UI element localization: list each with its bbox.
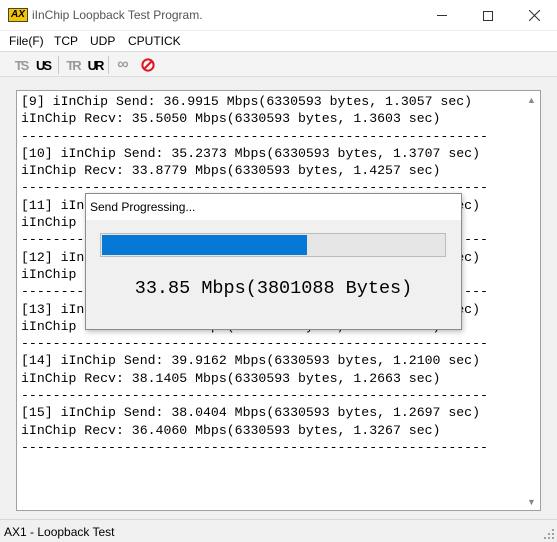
stop-icon bbox=[141, 58, 155, 72]
log-line: ----------------------------------------… bbox=[21, 439, 488, 455]
menu-udp[interactable]: UDP bbox=[90, 34, 115, 48]
menu-tcp[interactable]: TCP bbox=[54, 34, 78, 48]
minimize-icon bbox=[437, 15, 447, 16]
log-line: [9] iInChip Send: 36.9915 Mbps(6330593 b… bbox=[21, 94, 473, 109]
toolbar: TS US TR UR ∞ bbox=[0, 51, 557, 77]
close-button[interactable] bbox=[511, 0, 557, 31]
progress-fill bbox=[102, 235, 307, 255]
close-icon bbox=[528, 10, 540, 21]
dialog-title-bar: Send Progressing... bbox=[86, 194, 461, 220]
dialog-title: Send Progressing... bbox=[90, 200, 196, 214]
toolbar-separator bbox=[108, 56, 109, 74]
vertical-scrollbar[interactable]: ▲ ▼ bbox=[523, 91, 540, 510]
log-line: [15] iInChip Send: 38.0404 Mbps(6330593 … bbox=[21, 405, 480, 421]
log-line: iInChip Recv: 36.4060 Mbps(6330593 bytes… bbox=[21, 422, 441, 438]
log-line: iInChip Recv: 35.5050 Mbps(6330593 bytes… bbox=[21, 111, 441, 127]
menu-file[interactable]: File(F) bbox=[9, 34, 44, 48]
log-line: ----------------------------------------… bbox=[21, 128, 488, 144]
menu-cputick[interactable]: CPUTICK bbox=[128, 34, 181, 48]
udp-server-button[interactable]: US bbox=[33, 55, 53, 75]
scroll-down-icon[interactable]: ▼ bbox=[523, 493, 540, 510]
status-bar: AX1 - Loopback Test bbox=[0, 519, 557, 542]
tcp-server-button[interactable]: TS bbox=[11, 55, 31, 75]
scroll-up-icon[interactable]: ▲ bbox=[523, 91, 540, 108]
window-title: iInChip Loopback Test Program. bbox=[32, 8, 203, 22]
tcp-recv-button[interactable]: TR bbox=[63, 55, 83, 75]
menu-bar: File(F) TCP UDP CPUTICK bbox=[0, 31, 557, 51]
log-line: [14] iInChip Send: 39.9162 Mbps(6330593 … bbox=[21, 353, 480, 369]
log-line: ----------------------------------------… bbox=[21, 336, 488, 352]
send-progress-dialog: Send Progressing... 33.85 Mbps(3801088 B… bbox=[85, 193, 462, 330]
log-line: iInChip Recv: 38.1405 Mbps(6330593 bytes… bbox=[21, 370, 441, 386]
maximize-icon bbox=[483, 10, 493, 21]
loop-icon: ∞ bbox=[117, 56, 129, 73]
app-icon: AX bbox=[8, 8, 28, 22]
toolbar-separator bbox=[58, 56, 59, 74]
progress-bar bbox=[100, 233, 446, 257]
log-line: iInChip Recv: 33.8779 Mbps(6330593 bytes… bbox=[21, 163, 441, 179]
log-line: [10] iInChip Send: 35.2373 Mbps(6330593 … bbox=[21, 145, 480, 161]
minimize-button[interactable] bbox=[419, 0, 465, 31]
log-line: ----------------------------------------… bbox=[21, 388, 488, 404]
maximize-button[interactable] bbox=[465, 0, 511, 31]
stop-button[interactable] bbox=[138, 55, 158, 75]
udp-recv-button[interactable]: UR bbox=[85, 55, 105, 75]
throughput-status: 33.85 Mbps(3801088 Bytes) bbox=[134, 278, 413, 299]
loop-button[interactable]: ∞ bbox=[113, 55, 133, 75]
resize-grip-icon[interactable] bbox=[543, 528, 555, 540]
title-bar: AX iInChip Loopback Test Program. bbox=[0, 0, 557, 31]
status-text: AX1 - Loopback Test bbox=[4, 525, 115, 539]
